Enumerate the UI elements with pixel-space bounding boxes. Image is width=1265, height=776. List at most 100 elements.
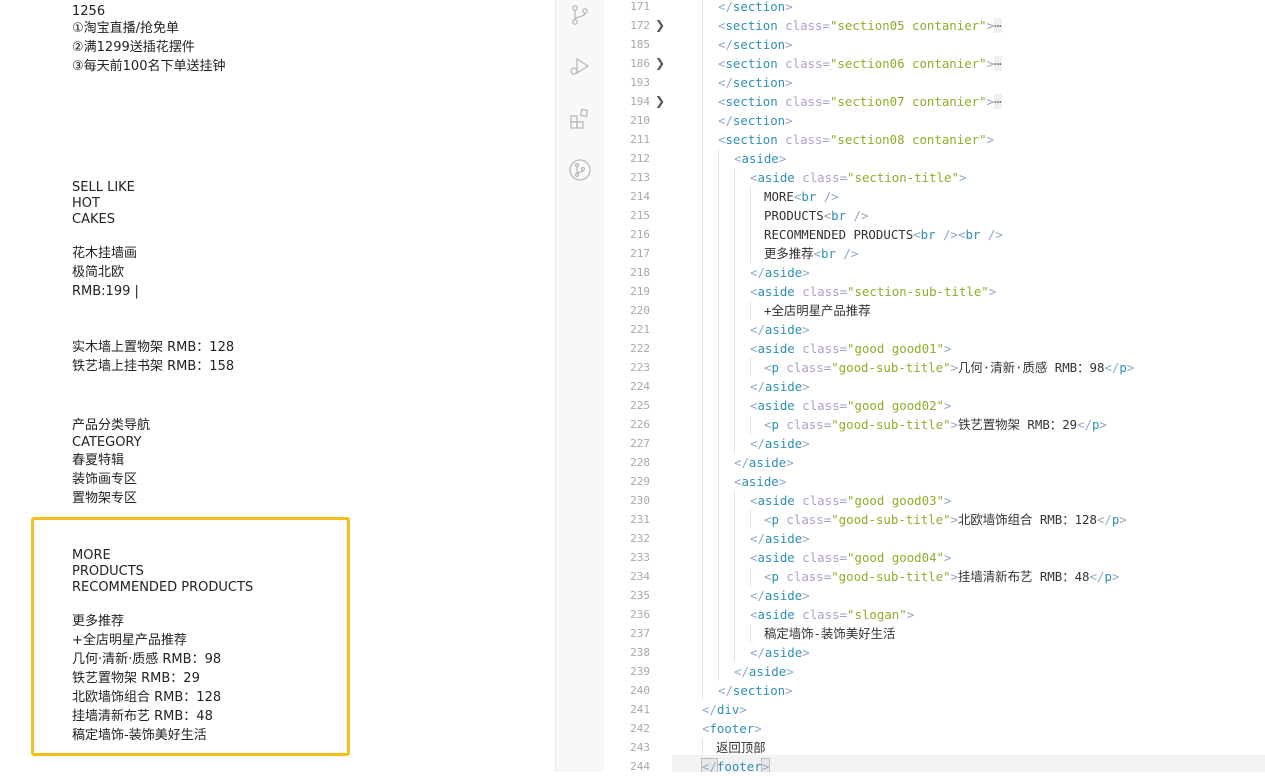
code-line[interactable]: <p class="good-sub-title">北欧墙饰组合 RMB：128… — [764, 510, 1127, 529]
token-pun: > — [785, 37, 793, 52]
token-txt: 稿定墙饰-装饰美好生活 — [764, 626, 896, 641]
code-line[interactable]: </aside> — [750, 586, 810, 605]
token-pun: = — [839, 341, 848, 356]
code-line[interactable]: <p class="good-sub-title">几何·清新·质感 RMB：9… — [764, 358, 1134, 377]
extensions-icon[interactable] — [568, 107, 592, 131]
code-line[interactable]: <aside> — [734, 472, 786, 491]
code-line[interactable]: <aside> — [734, 149, 786, 168]
token-tag: div — [716, 702, 740, 717]
token-txt: 铁艺置物架 RMB：29 — [958, 417, 1078, 432]
code-line[interactable]: <footer> — [702, 719, 762, 738]
source-control-icon[interactable] — [568, 3, 592, 27]
code-line[interactable]: </section> — [718, 73, 793, 92]
code-line[interactable]: PRODUCTS<br /> — [764, 206, 868, 225]
token-tag: aside — [757, 493, 795, 508]
indent-guide — [702, 149, 703, 168]
token-pun: = — [839, 284, 848, 299]
indent-guide — [702, 244, 703, 263]
token-pun: > — [739, 702, 747, 717]
code-line[interactable]: </aside> — [750, 434, 810, 453]
fold-chevron-icon[interactable]: ❯ — [655, 16, 665, 35]
token-txt: 挂墙清新布艺 RMB：48 — [958, 569, 1090, 584]
code-line[interactable]: </aside> — [750, 377, 810, 396]
token-tag: section — [732, 113, 786, 128]
code-line[interactable]: </aside> — [750, 263, 810, 282]
indent-guide — [734, 301, 735, 320]
git-graph-icon[interactable] — [568, 158, 592, 182]
token-tag: aside — [741, 151, 779, 166]
code-line[interactable]: <aside class="good good01"> — [750, 339, 951, 358]
run-debug-icon[interactable] — [568, 54, 592, 78]
line-number: 227 — [630, 437, 650, 450]
code-line[interactable]: 稿定墙饰-装饰美好生活 — [764, 624, 895, 643]
token-tag: aside — [757, 607, 795, 622]
code-line[interactable]: +全店明星产品推荐 — [764, 301, 871, 320]
code-line[interactable]: <p class="good-sub-title">挂墙清新布艺 RMB：48<… — [764, 567, 1119, 586]
token-tag: br — [831, 208, 847, 223]
preview-line: 产品分类导航 — [72, 418, 151, 433]
code-line[interactable]: </section> — [718, 111, 793, 130]
indent-guide — [734, 567, 735, 586]
code-line[interactable]: 更多推荐<br /> — [764, 244, 858, 263]
line-number: 237 — [630, 627, 650, 640]
code-line[interactable]: </aside> — [750, 529, 810, 548]
token-tag: p — [771, 512, 779, 527]
fold-chevron-icon[interactable]: ❯ — [655, 54, 665, 73]
code-line[interactable]: <aside class="section-sub-title"> — [750, 282, 996, 301]
code-line[interactable]: MORE<br /> — [764, 187, 839, 206]
code-line[interactable]: <aside class="good good03"> — [750, 491, 951, 510]
code-line[interactable]: </section> — [718, 681, 793, 700]
line-number: 193 — [630, 76, 650, 89]
code-line[interactable]: <section class="section05 contanier">⋯ — [718, 16, 1002, 35]
token-tag: section — [725, 132, 778, 147]
code-line[interactable]: 返回顶部 — [716, 738, 766, 757]
fold-chevron-icon[interactable]: ❯ — [655, 92, 665, 111]
token-str: "section08 contanier" — [829, 132, 987, 147]
token-pun: = — [839, 170, 848, 185]
code-line[interactable]: </aside> — [734, 453, 794, 472]
indent-guide — [702, 282, 703, 301]
code-line[interactable]: <p class="good-sub-title">铁艺置物架 RMB：29</… — [764, 415, 1107, 434]
code-line[interactable]: <aside class="good good02"> — [750, 396, 951, 415]
code-line[interactable]: RECOMMENDED PRODUCTS<br /><br /> — [764, 225, 1003, 244]
preview-line: 1256 — [72, 4, 106, 19]
code-editor[interactable]: </section> <section class="section05 cont… — [672, 0, 1265, 772]
token-pun: </ — [718, 0, 733, 14]
indent-guide — [718, 643, 719, 662]
code-line[interactable]: </section> — [718, 0, 793, 16]
token-pun: > — [988, 284, 997, 299]
indent-guide — [702, 73, 703, 92]
code-line[interactable]: <aside class="section-title"> — [750, 168, 966, 187]
code-line[interactable]: </div> — [702, 700, 747, 719]
code-line[interactable]: <aside class="good good04"> — [750, 548, 951, 567]
indent-guide — [718, 605, 719, 624]
code-line[interactable]: </aside> — [750, 320, 810, 339]
token-attr: class — [786, 417, 824, 432]
indent-guide — [702, 168, 703, 187]
code-line[interactable]: <aside class="slogan"> — [750, 605, 914, 624]
token-attr: class — [786, 569, 824, 584]
indent-guide — [734, 643, 735, 662]
token-pun: > — [1119, 512, 1127, 527]
token-pun: </ — [750, 531, 765, 546]
line-number: 238 — [630, 646, 650, 659]
code-line[interactable]: <section class="section08 contanier"> — [718, 130, 994, 149]
code-line[interactable]: </aside> — [750, 643, 810, 662]
preview-line: RMB:199 | — [72, 284, 139, 299]
indent-guide — [702, 567, 703, 586]
indent-guide — [702, 339, 703, 358]
code-line[interactable]: </footer> — [701, 757, 771, 772]
token-pun: = — [839, 493, 848, 508]
preview-line: 花木挂墙画 — [72, 246, 138, 261]
indent-guide — [702, 491, 703, 510]
code-line[interactable]: <section class="section07 contanier">⋯ — [718, 92, 1002, 111]
indent-guide — [750, 206, 751, 225]
code-line[interactable]: </aside> — [734, 662, 794, 681]
token-tag: aside — [757, 398, 795, 413]
indent-guide — [702, 263, 703, 282]
line-number: 240 — [630, 684, 650, 697]
token-tag: aside — [764, 379, 803, 394]
code-line[interactable]: </section> — [718, 35, 793, 54]
code-line[interactable]: <section class="section06 contanier">⋯ — [718, 54, 1002, 73]
line-number: 172 — [630, 19, 650, 32]
